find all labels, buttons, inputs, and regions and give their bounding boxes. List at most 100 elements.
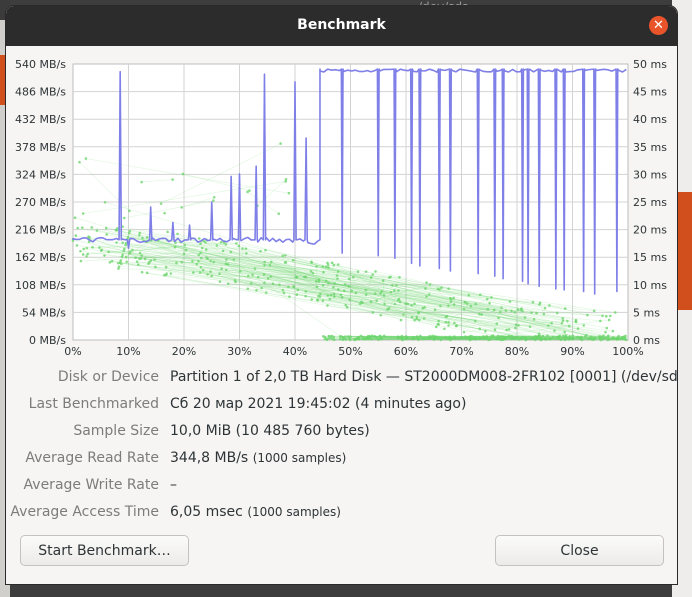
x-tick-label: 80%	[505, 345, 529, 358]
x-tick-label: 10%	[116, 345, 140, 358]
access-time-point	[140, 180, 143, 184]
info-value: –	[170, 477, 177, 493]
x-tick-label: 70%	[449, 345, 473, 358]
access-time-point	[287, 191, 291, 195]
titlebar[interactable]: Benchmark ✕	[6, 6, 677, 46]
access-time-point	[605, 326, 609, 330]
benchmark-dialog: Benchmark ✕ 0% 10% 20% 30% 40% 50% 60% 70% 80% 90…	[6, 6, 677, 584]
info-value: 344,8 MB/s (1000 samples)	[170, 450, 347, 466]
info-row-read-rate: Average Read Rate 344,8 MB/s (1000 sampl…	[6, 448, 677, 470]
access-time-point	[279, 142, 282, 145]
access-time-point	[85, 255, 88, 258]
access-time-point	[538, 303, 541, 306]
y-left-tick-label: 378 MB/s	[15, 141, 66, 154]
access-time-point	[336, 263, 340, 266]
access-time-point	[566, 319, 569, 323]
access-time-point	[163, 211, 166, 215]
y-right-tick-label: 35 ms	[633, 141, 667, 154]
access-time-point	[507, 334, 511, 338]
access-time-point	[336, 277, 339, 280]
y-right-tick-label: 40 ms	[633, 113, 667, 126]
y-left-tick-label: 486 MB/s	[15, 86, 66, 99]
y-left-tick-label: 432 MB/s	[15, 113, 66, 126]
access-time-point	[326, 263, 330, 267]
access-time-point	[103, 200, 107, 204]
access-time-point	[264, 291, 268, 294]
access-time-point	[87, 235, 90, 238]
access-time-point	[443, 327, 446, 331]
access-time-point	[304, 294, 307, 298]
access-time-point	[85, 246, 89, 250]
access-time-point	[338, 335, 342, 339]
info-row-device: Disk or Device Partition 1 of 2,0 TB Har…	[6, 367, 677, 389]
access-time-point	[341, 338, 345, 342]
info-label: Sample Size	[73, 423, 159, 439]
access-time-point	[291, 258, 295, 262]
access-time-point	[331, 337, 334, 341]
access-time-point	[200, 256, 203, 260]
info-label: Average Access Time	[10, 504, 159, 520]
access-time-point	[624, 338, 628, 342]
access-time-point	[232, 258, 236, 261]
start-benchmark-button[interactable]: Start Benchmark…	[20, 535, 189, 566]
access-time-point	[73, 216, 77, 220]
access-time-point	[148, 260, 151, 264]
y-left-tick-label: 270 MB/s	[15, 196, 66, 209]
y-left-tick-label: 54 MB/s	[22, 306, 66, 319]
info-row-write-rate: Average Write Rate –	[6, 475, 677, 497]
access-time-point	[277, 212, 281, 215]
access-time-point	[607, 318, 611, 322]
access-time-point	[578, 336, 581, 339]
y-left-tick-label: 540 MB/s	[15, 58, 66, 71]
info-value: 10,0 MiB (10 485 760 bytes)	[170, 423, 370, 439]
info-label: Last Benchmarked	[28, 396, 159, 412]
access-time-point	[462, 330, 466, 334]
access-time-point	[609, 314, 612, 318]
info-label: Average Read Rate	[25, 450, 159, 466]
y-right-tick-label: 30 ms	[633, 168, 667, 181]
info-row-last-benchmarked: Last Benchmarked Сб 20 мар 2021 19:45:02…	[6, 394, 677, 416]
access-time-point	[480, 313, 484, 316]
access-time-point	[550, 322, 553, 325]
y-right-tick-label: 25 ms	[633, 196, 667, 209]
info-row-sample-size: Sample Size 10,0 MiB (10 485 760 bytes)	[6, 421, 677, 443]
access-time-point	[582, 324, 586, 327]
y-right-tick-label: 50 ms	[633, 58, 667, 71]
access-time-point	[599, 319, 602, 323]
x-tick-label: 40%	[283, 345, 307, 358]
access-time-point	[531, 300, 535, 304]
access-time-point	[197, 253, 201, 257]
access-time-point	[201, 268, 205, 272]
close-icon[interactable]: ✕	[649, 16, 668, 35]
access-time-point	[176, 232, 179, 236]
access-time-point	[374, 270, 377, 273]
info-row-access-time: Average Access Time 6,05 msec (1000 samp…	[6, 502, 677, 524]
access-time-point	[110, 259, 114, 263]
access-time-point	[555, 311, 559, 315]
access-time-point	[79, 249, 82, 253]
close-button[interactable]: Close	[495, 535, 664, 566]
access-time-point	[95, 229, 99, 232]
access-time-point	[325, 338, 329, 342]
x-tick-label: 90%	[560, 345, 584, 358]
access-time-point	[159, 202, 163, 205]
access-time-point	[415, 315, 419, 319]
access-time-point	[128, 209, 131, 213]
access-time-point	[212, 195, 216, 199]
y-left-tick-label: 0 MB/s	[29, 334, 66, 347]
access-time-point	[347, 337, 351, 340]
access-time-point	[543, 306, 547, 310]
access-time-point	[125, 260, 128, 264]
access-time-point	[613, 311, 617, 314]
access-time-point	[209, 259, 212, 263]
info-label: Disk or Device	[57, 369, 159, 385]
x-tick-label: 50%	[338, 345, 362, 358]
y-right-tick-label: 0 ms	[633, 334, 660, 347]
access-time-point	[507, 328, 511, 331]
y-left-tick-label: 108 MB/s	[15, 279, 66, 292]
info-label: Average Write Rate	[23, 477, 159, 493]
access-time-point	[370, 338, 373, 341]
info-value: Partition 1 of 2,0 TB Hard Disk — ST2000…	[170, 369, 677, 385]
y-right-tick-label: 15 ms	[633, 251, 667, 264]
access-time-point	[74, 234, 78, 237]
